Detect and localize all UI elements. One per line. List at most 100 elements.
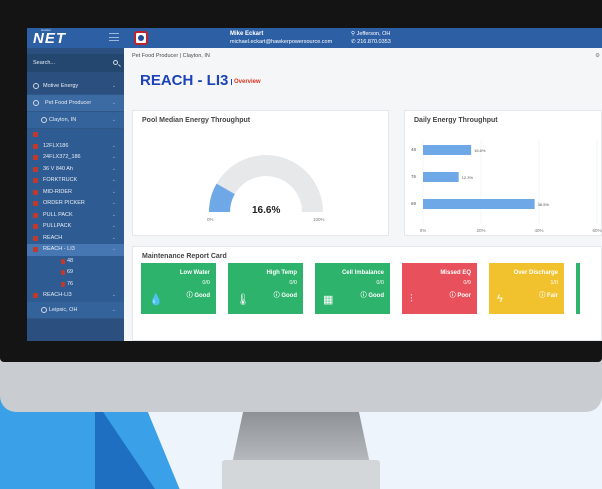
sidebar-item-label: Clayton, IN <box>49 117 77 123</box>
sidebar-item-leipsic[interactable]: Leipsic, OH ⌄ <box>27 301 124 319</box>
sidebar-search[interactable]: Search... <box>27 54 124 72</box>
bar[interactable] <box>423 145 472 155</box>
report-tile-status: ⓘ Good <box>360 293 384 299</box>
report-tile-title: Over Discharge <box>513 270 558 276</box>
report-tile[interactable]: Cell Imbalance 0/0 ⓘ Good ▦ <box>315 263 390 314</box>
sidebar-item-24flx372[interactable]: 24FLX372_186 ⌄ <box>27 152 124 164</box>
report-tile-count: 0/0 <box>376 280 384 286</box>
chevron-down-icon[interactable]: ⌄ <box>112 175 116 187</box>
gauge-card: Pool Median Energy Throughput 16.6% 0% 1… <box>132 110 389 236</box>
bar-data-label: 12.3% <box>462 175 474 180</box>
report-tile-title: Missed EQ <box>440 270 471 276</box>
sidebar-item-label: Pet Food Producer <box>45 100 92 106</box>
bar[interactable] <box>423 172 459 182</box>
search-icon[interactable] <box>113 60 118 65</box>
thermometer-icon: 🌡 <box>236 294 250 306</box>
chevron-down-icon[interactable]: ⌄ <box>112 187 116 199</box>
battery-icon <box>33 132 38 137</box>
sidebar-item-76[interactable]: 76 <box>27 278 124 290</box>
report-tile[interactable]: Over Discharge 1/0 ⓘ Fair ϟ <box>489 263 564 314</box>
battery-icon <box>33 201 38 206</box>
app-screen: Hawker NET Mike Eckart michael.eckart@ha… <box>27 28 602 341</box>
sidebar-item-reach-li3-group[interactable]: REACH-LI3 ⌄ <box>27 290 124 302</box>
monitor-stand-base <box>222 460 380 489</box>
sidebar-item-order-picker[interactable]: ORDER PICKER ⌄ <box>27 198 124 210</box>
sidebar-item-12flx186[interactable]: 12FLX186 ⌄ <box>27 140 124 153</box>
chevron-down-icon[interactable]: ⌄ <box>112 198 116 210</box>
battery-icon <box>33 143 38 149</box>
chevron-down-icon[interactable]: ⌄ <box>112 152 116 164</box>
report-tile[interactable]: Low Water 0/0 ⓘ Good 💧 <box>141 263 216 314</box>
app-logo[interactable]: NET <box>33 30 66 47</box>
sidebar-nav: Motive Energy ⌄ Pet Food Producer ⌄ Clay… <box>27 78 124 319</box>
sliders-icon: ⫶ <box>410 293 413 305</box>
report-tile-count: 0/9 <box>463 280 471 286</box>
sidebar-item-label: PULLPACK <box>43 223 72 229</box>
chevron-down-icon[interactable]: ⌄ <box>112 95 116 112</box>
bar-chart: 0% 20% 40% 60% 48 16.6% 76 12.3% 69 38.5% <box>411 139 602 233</box>
sidebar-item-reach[interactable]: REACH ⌄ <box>27 232 124 245</box>
sidebar-item-label: 48 <box>67 257 74 264</box>
battery-icon <box>33 166 38 172</box>
sidebar-item-48[interactable]: 48 <box>27 255 124 267</box>
user-name: Mike Eckart <box>230 31 264 37</box>
battery-icon <box>33 235 38 241</box>
chevron-down-icon[interactable]: ⌄ <box>112 141 116 153</box>
report-tile-status: ⓘ Fair <box>539 293 558 299</box>
chevron-down-icon[interactable]: ⌄ <box>112 290 116 302</box>
more-options-icon[interactable]: ⚙ <box>595 53 600 59</box>
user-phone-text: 216.870.0353 <box>357 39 391 45</box>
gauge-chart <box>209 155 323 212</box>
y-category-label: 76 <box>411 174 417 179</box>
search-input[interactable]: Search... <box>33 60 55 66</box>
sidebar-item-pull-pack[interactable]: PULL PACK ⌄ <box>27 209 124 222</box>
y-category-label: 48 <box>411 147 417 152</box>
sidebar-item-fleet[interactable] <box>27 129 124 141</box>
chevron-down-icon[interactable]: ⌄ <box>112 112 116 129</box>
chevron-down-icon[interactable]: ⌄ <box>112 233 116 245</box>
report-tile-count: 0/0 <box>202 280 210 286</box>
sidebar-item-motive-energy[interactable]: Motive Energy ⌄ <box>27 78 124 95</box>
sidebar-item-pet-food-producer[interactable]: Pet Food Producer ⌄ <box>27 95 124 112</box>
battery-icon <box>33 178 38 183</box>
hamburger-menu-icon[interactable] <box>109 33 119 41</box>
chevron-down-icon[interactable]: ⌄ <box>112 302 116 319</box>
chevron-down-icon[interactable]: ⌄ <box>112 221 116 233</box>
sidebar-item-forktruck[interactable]: FORKTRUCK ⌄ <box>27 175 124 187</box>
sidebar-item-pullpack[interactable]: PULLPACK ⌄ <box>27 221 124 233</box>
battery-cells-icon: ▦ <box>323 294 334 306</box>
report-tile-partial[interactable] <box>576 263 580 314</box>
sidebar-item-label: REACH - LI3 <box>43 246 75 252</box>
report-tile-status: ⓘ Good <box>186 293 210 299</box>
chevron-down-icon[interactable]: ⌄ <box>112 244 116 256</box>
company-logo-icon <box>134 31 148 45</box>
user-icon <box>33 83 39 89</box>
x-tick-label: 20% <box>476 228 485 233</box>
report-tile-title: Cell Imbalance <box>341 270 384 276</box>
report-tile-status: ⓘ Good <box>273 293 297 299</box>
page-subtitle[interactable]: Overview <box>231 79 261 85</box>
sidebar-item-mid-rider[interactable]: MID-RIDER ⌄ <box>27 186 124 199</box>
report-tile[interactable]: Missed EQ 0/9 ⓘ Poor ⫶ <box>402 263 477 314</box>
user-location: ⚲ Jefferson, OH <box>351 31 391 37</box>
battery-icon <box>33 293 38 298</box>
location-pin-icon <box>41 306 47 313</box>
sidebar-item-label: REACH <box>43 234 63 241</box>
report-tile-status: ⓘ Poor <box>449 293 471 299</box>
sidebar-item-36v[interactable]: 36 V 840 Ah ⌄ <box>27 163 124 176</box>
report-tile-title: Low Water <box>179 270 210 276</box>
battery-icon <box>61 258 65 264</box>
gauge-min-label: 0% <box>207 217 214 222</box>
x-tick-label: 60% <box>592 228 601 233</box>
sidebar-item-reach-li3[interactable]: REACH - LI3 ⌄ <box>27 244 124 256</box>
x-tick-label: 0% <box>420 228 427 233</box>
report-tile[interactable]: High Temp 0/0 ⓘ Good 🌡 <box>228 263 303 314</box>
sidebar-item-69[interactable]: 69 <box>27 267 124 279</box>
bar[interactable] <box>423 199 535 209</box>
breadcrumb: Pet Food Producer | Clayton, IN <box>132 53 210 59</box>
chevron-down-icon[interactable]: ⌄ <box>112 164 116 176</box>
chevron-down-icon[interactable]: ⌄ <box>112 78 116 95</box>
user-email: michael.eckart@hawkerpowersource.com <box>230 39 333 45</box>
chevron-down-icon[interactable]: ⌄ <box>112 210 116 222</box>
sidebar-item-clayton[interactable]: Clayton, IN ⌄ <box>27 112 124 129</box>
